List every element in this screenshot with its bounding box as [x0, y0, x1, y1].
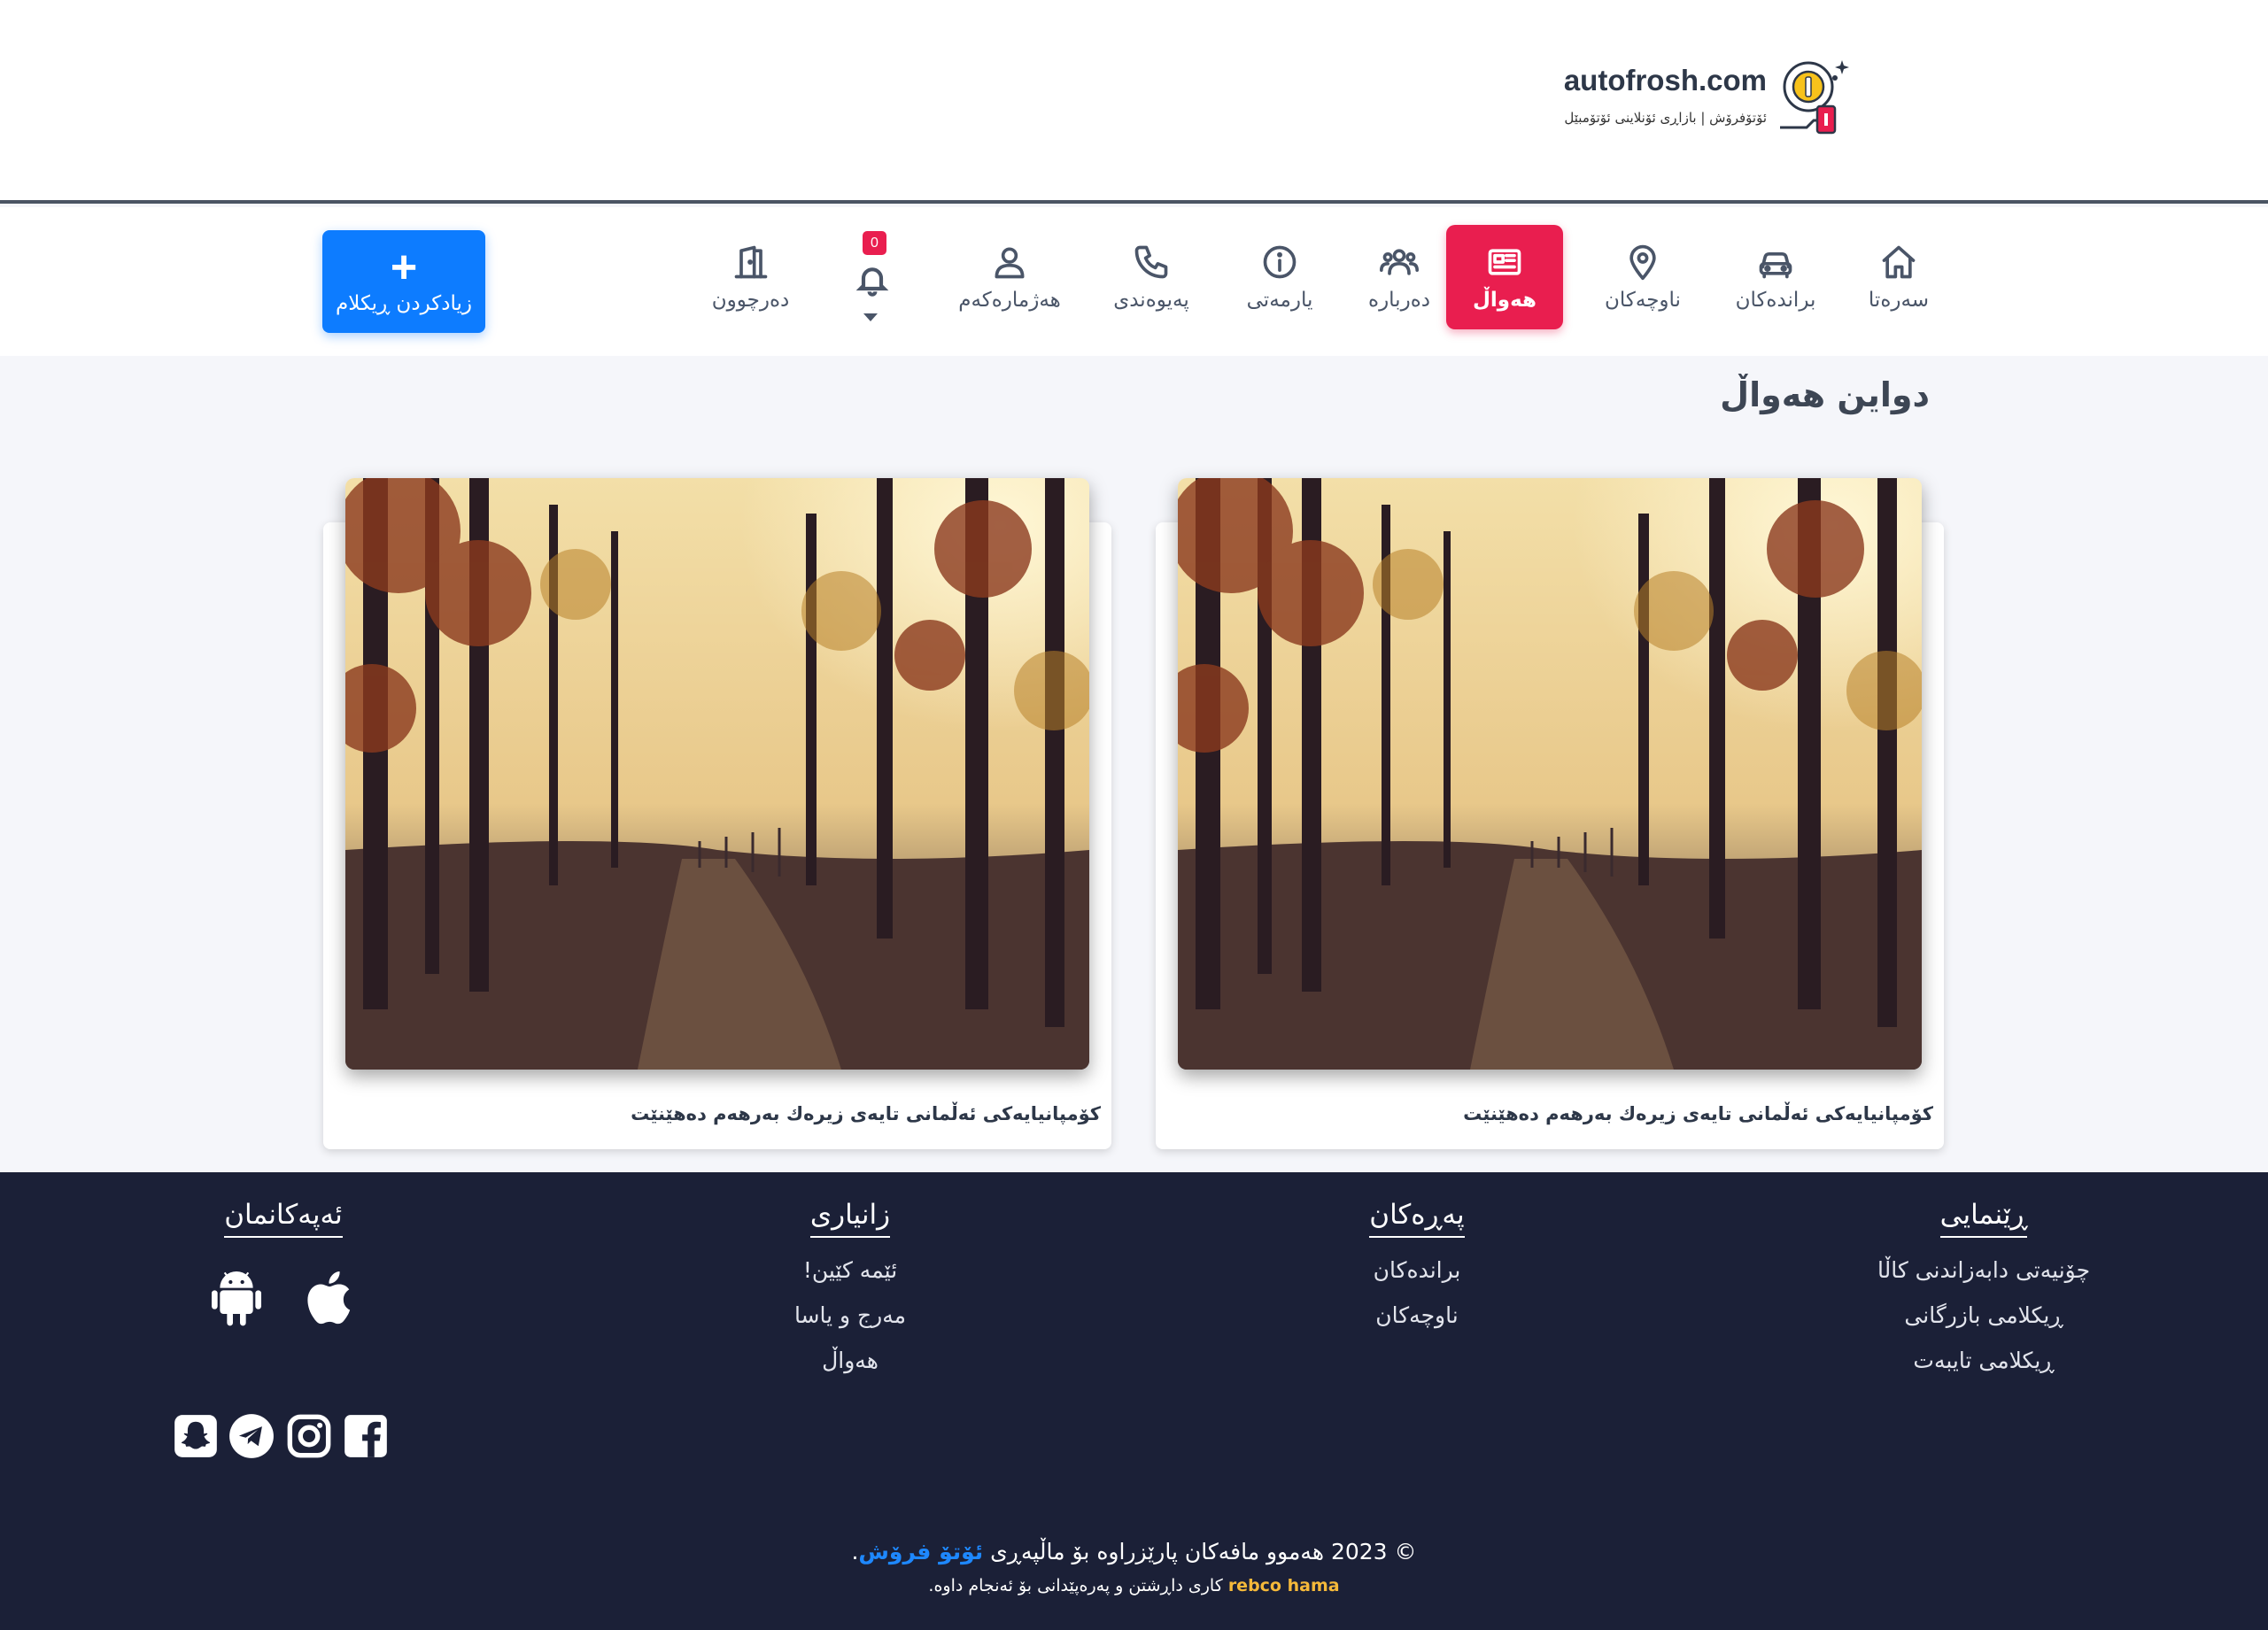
users-icon — [1380, 249, 1419, 275]
nav-account[interactable]: هەژمارەکەم — [948, 225, 1072, 329]
copyright-text: © 2023 هەموو مافەکان پارێزراوە بۆ ماڵپەڕ… — [0, 1539, 2268, 1564]
nav-brands-label: براندەکان — [1735, 289, 1816, 312]
footer-link[interactable]: ئێمە کێین! — [803, 1257, 897, 1283]
user-icon — [995, 247, 1025, 279]
nav-regions-label: ناوچەکان — [1605, 289, 1681, 312]
footer-link[interactable]: هەواڵ — [822, 1348, 879, 1373]
plus-icon: + — [390, 242, 418, 293]
nav-help-label: یارمەتی — [1246, 289, 1313, 312]
footer-link[interactable]: ڕیکلامی تایبەت — [1913, 1348, 2054, 1373]
bell-icon — [855, 267, 889, 297]
footer-link[interactable]: چۆنیەتی دابەزاندنی کاڵا — [1877, 1257, 2090, 1283]
site-header: autofrosh.com ئۆتۆفرۆش | بازاڕی ئۆنلاینی… — [0, 0, 2268, 204]
nav-account-label: هەژمارەکەم — [958, 289, 1061, 312]
exit-door-icon — [734, 245, 767, 279]
telegram-icon[interactable] — [228, 1413, 275, 1459]
footer-pages-heading: پەڕەکان — [1369, 1199, 1465, 1238]
social-links — [171, 1413, 392, 1463]
footer-info-column: زانیاری ئێمە کێین! مەرج و یاسا هەواڵ — [762, 1199, 939, 1373]
nav-help[interactable]: یارمەتی — [1235, 225, 1324, 329]
nav-contact-label: پەیوەندی — [1113, 289, 1189, 312]
nav-home-label: سەرەتا — [1868, 289, 1930, 312]
info-icon — [1263, 245, 1297, 279]
footer-apps-heading: ئەپەکانمان — [224, 1199, 343, 1238]
footer-link[interactable]: ناوچەکان — [1375, 1302, 1458, 1328]
footer-link[interactable]: ڕیکلامی بازرگانی — [1904, 1302, 2063, 1328]
footer-apps-column: ئەپەکانمان — [195, 1199, 372, 1238]
notification-count-badge: 0 — [863, 231, 886, 255]
news-card-title[interactable]: کۆمپانیایەکی ئەڵمانی تایەی زیرەك بەرهەم … — [1463, 1103, 1933, 1124]
add-ad-button[interactable]: + زیادکردن ڕیکلام — [322, 230, 485, 333]
chevron-down-icon — [863, 313, 878, 321]
notifications-dropdown[interactable]: 0 — [846, 216, 899, 322]
nav-brands[interactable]: براندەکان — [1727, 225, 1824, 329]
site-footer: ڕێنمایی چۆنیەتی دابەزاندنی کاڵا ڕیکلامی … — [0, 1172, 2268, 1630]
home-icon — [1882, 245, 1916, 279]
nav-about-label: دەربارە — [1368, 289, 1430, 312]
newspaper-icon — [1488, 249, 1521, 275]
nav-logout[interactable]: دەرچوون — [704, 225, 797, 329]
nav-logout-label: دەرچوون — [711, 289, 790, 312]
logo-subtitle: ئۆتۆفرۆش | بازاڕی ئۆنلاینی ئۆتۆمبێل — [1564, 110, 1767, 126]
map-pin-icon — [1629, 244, 1656, 281]
nav-news-label: هەواڵ — [1472, 289, 1537, 312]
add-ad-label: زیادکردن ڕیکلام — [336, 292, 472, 315]
logo-text: autofrosh.com — [1563, 64, 1767, 97]
developer-credit-text: کاری داڕشتن و پەرەپێدانی بۆ ئەنجام داوە. — [928, 1576, 1223, 1595]
developer-link[interactable]: rebco hama — [1228, 1576, 1340, 1595]
developer-credit: rebco hama کاری داڕشتن و پەرەپێدانی بۆ ئ… — [0, 1576, 2268, 1595]
phone-icon — [1134, 245, 1168, 279]
nav-home[interactable]: سەرەتا — [1854, 225, 1943, 329]
app-store-links — [204, 1264, 372, 1335]
apple-icon[interactable] — [301, 1264, 363, 1332]
nav-news[interactable]: هەواڵ — [1446, 225, 1563, 329]
footer-pages-column: پەڕەکان براندەکان ناوچەکان — [1328, 1199, 1506, 1328]
copyright-prefix: © 2023 هەموو مافەکان پارێزراوە بۆ ماڵپەڕ… — [990, 1539, 1417, 1564]
nav-about[interactable]: دەربارە — [1355, 225, 1444, 329]
site-logo[interactable]: autofrosh.com ئۆتۆفرۆش | بازاڕی ئۆنلاینی… — [1545, 51, 1860, 149]
news-card-image[interactable] — [1178, 478, 1922, 1070]
nav-contact[interactable]: پەیوەندی — [1103, 225, 1200, 329]
android-icon[interactable] — [208, 1268, 265, 1332]
instagram-icon[interactable] — [286, 1413, 332, 1459]
footer-link[interactable]: مەرج و یاسا — [794, 1302, 906, 1328]
footer-guide-column: ڕێنمایی چۆنیەتی دابەزاندنی کاڵا ڕیکلامی … — [1851, 1199, 2117, 1373]
footer-link[interactable]: براندەکان — [1374, 1257, 1461, 1283]
footer-info-heading: زانیاری — [809, 1199, 891, 1238]
copyright-brand-link[interactable]: ئۆتۆ فرۆش — [858, 1539, 983, 1564]
nav-regions[interactable]: ناوچەکان — [1594, 225, 1691, 329]
latest-news-title: دواین هەواڵ — [1720, 375, 1930, 414]
news-card-title[interactable]: کۆمپانیایەکی ئەڵمانی تایەی زیرەك بەرهەم … — [631, 1103, 1101, 1124]
news-card-image[interactable] — [345, 478, 1089, 1070]
facebook-icon[interactable] — [343, 1413, 389, 1459]
snapchat-icon[interactable] — [173, 1413, 219, 1459]
car-icon — [1759, 252, 1792, 279]
light-bulb-coin-icon — [1771, 51, 1860, 140]
footer-guide-heading: ڕێنمایی — [1939, 1199, 2028, 1238]
